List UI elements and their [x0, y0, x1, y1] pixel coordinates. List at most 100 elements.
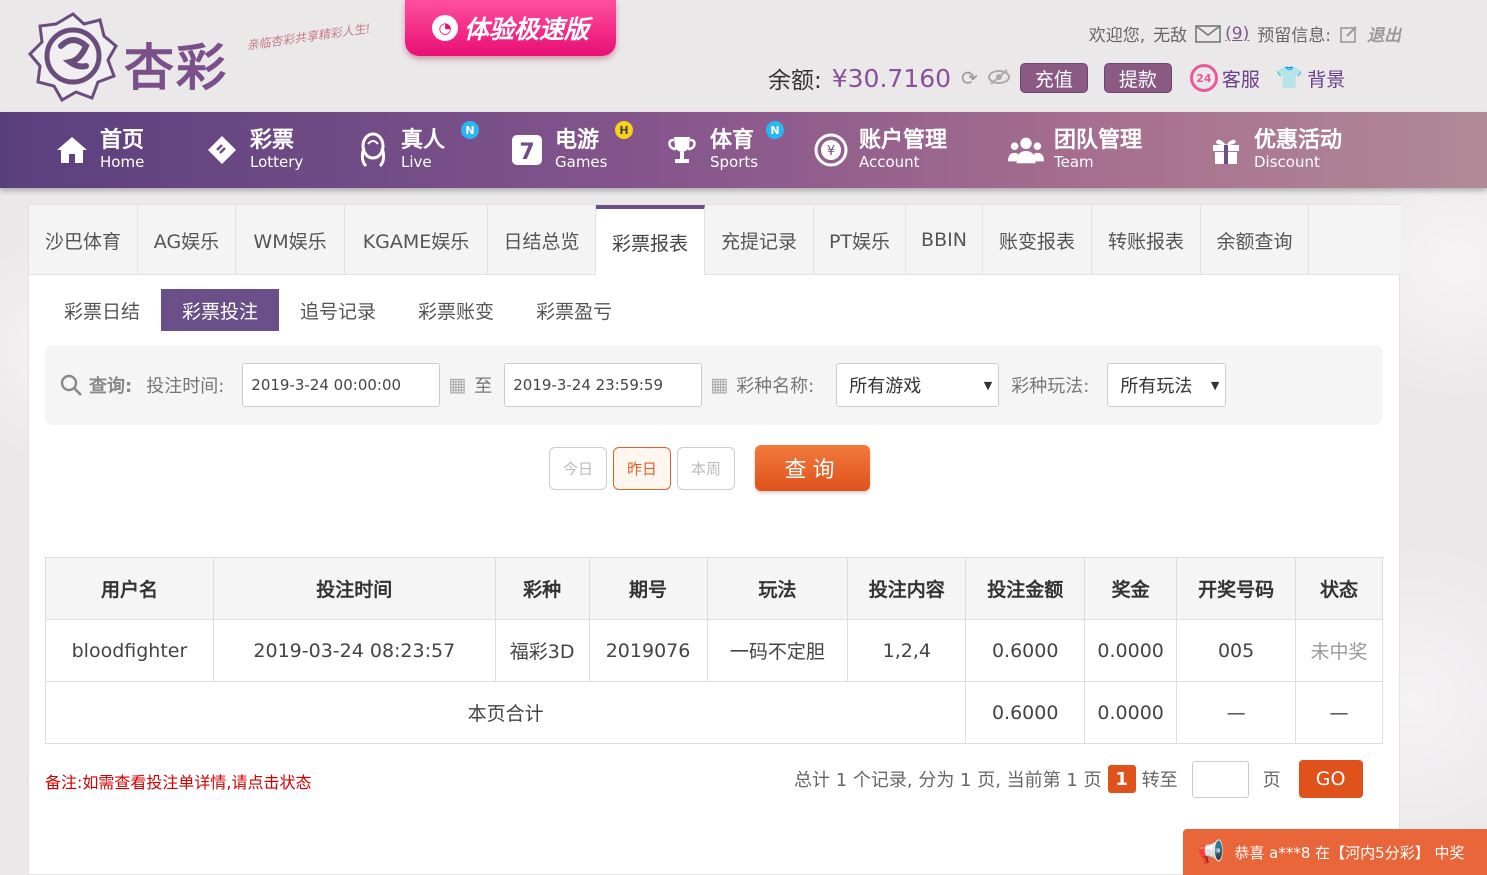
nav-live-label: 真人: [401, 128, 446, 153]
yesterday-button[interactable]: 昨日: [613, 446, 671, 490]
go-button[interactable]: GO: [1298, 760, 1363, 798]
tab-bbin[interactable]: BBIN: [906, 205, 983, 275]
account-coin-icon: ¥: [813, 132, 849, 168]
nav-team[interactable]: 团队管理 Team: [1008, 112, 1142, 188]
nav-sports[interactable]: 体育 Sports N: [664, 112, 784, 188]
nav-account-label: 账户管理: [859, 128, 948, 153]
nav-home-label: 首页: [100, 128, 145, 153]
play-type-select[interactable]: 所有玩法 ▼: [1107, 363, 1227, 407]
today-button[interactable]: 今日: [549, 446, 607, 490]
query-label: 查询:: [89, 376, 133, 397]
search-icon: [60, 374, 82, 396]
header: 杏彩 亲临杏彩共享精彩人生! ◔ 体验极速版 欢迎您, 无敌 (9) 预留信息:…: [0, 0, 1487, 112]
tab-daily-overview[interactable]: 日结总览: [488, 205, 596, 275]
shirt-icon: 👕: [1275, 65, 1304, 91]
tab-wm[interactable]: WM娱乐: [236, 205, 345, 275]
recharge-button[interactable]: 充值: [1019, 63, 1088, 93]
col-username: 用户名: [45, 557, 214, 620]
dropdown-arrow-icon: ▼: [1210, 378, 1220, 392]
mail-icon: [1195, 24, 1221, 43]
nav-team-label: 团队管理: [1054, 128, 1143, 153]
tab-shaba-sports[interactable]: 沙巴体育: [29, 205, 138, 275]
mail-link[interactable]: (9): [1195, 24, 1249, 44]
nav-home-en: Home: [100, 153, 145, 171]
nav-home[interactable]: 首页 Home: [54, 112, 144, 188]
tab-kgame[interactable]: KGAME娱乐: [345, 205, 488, 275]
balance-label: 余额:: [768, 68, 822, 94]
megaphone-icon: 📢: [1197, 839, 1225, 865]
tab-deposit-withdraw[interactable]: 充提记录: [705, 205, 814, 275]
subtab-chase-records[interactable]: 追号记录: [279, 289, 397, 331]
cell-lottery: 福彩3D: [494, 619, 590, 682]
logout-link[interactable]: 退出: [1339, 21, 1401, 46]
table-row[interactable]: bloodfighter 2019-03-24 08:23:57 福彩3D 20…: [45, 619, 1383, 682]
nav-lottery[interactable]: 彩票 Lottery: [204, 112, 303, 188]
start-time-input[interactable]: 2019-3-24 00:00:00: [242, 363, 441, 407]
team-icon: [1008, 132, 1044, 168]
dropdown-arrow-icon: ▼: [983, 378, 993, 392]
new-badge-icon: N: [461, 121, 479, 139]
current-page-button[interactable]: 1: [1107, 765, 1136, 793]
speed-version-banner[interactable]: ◔ 体验极速版: [405, 0, 616, 56]
subtab-lottery-profit[interactable]: 彩票盈亏: [515, 289, 633, 331]
tab-balance-query[interactable]: 余额查询: [1201, 205, 1309, 275]
refresh-icon[interactable]: ⟳: [961, 66, 978, 90]
customer-service-link[interactable]: 24 客服: [1189, 64, 1260, 92]
subtab-lottery-bets[interactable]: 彩票投注: [161, 289, 280, 331]
tab-lottery-report[interactable]: 彩票报表: [596, 205, 705, 275]
trophy-icon: [664, 132, 700, 168]
nav-live-en: Live: [401, 153, 432, 171]
nav-discount-label: 优惠活动: [1254, 128, 1343, 153]
bet-time-label: 投注时间:: [146, 376, 225, 397]
remark-note: 备注:如需查看投注单详情,请点击状态: [45, 773, 312, 792]
cell-issue: 2019076: [588, 619, 708, 682]
pagination-summary: 总计 1 个记录, 分为 1 页, 当前第 1 页: [794, 770, 1102, 791]
subtotal-row: 本页合计 0.6000 0.0000 — —: [44, 681, 1383, 744]
svg-text:¥: ¥: [827, 144, 835, 159]
col-bet-time: 投注时间: [212, 557, 496, 620]
edit-icon: [1340, 25, 1357, 43]
report-tabs: 沙巴体育 AG娱乐 WM娱乐 KGAME娱乐 日结总览 彩票报表 充提记录 PT…: [29, 205, 1401, 275]
username: 无敌: [1153, 26, 1188, 46]
nav-live[interactable]: 真人 Live N: [355, 112, 479, 188]
new-badge-icon: N: [766, 121, 784, 139]
winner-ticker[interactable]: 📢 恭喜 a***8 在【河内5分彩】 中奖: [1183, 829, 1487, 875]
goto-page-input[interactable]: [1191, 760, 1249, 798]
cell-status-link[interactable]: 未中奖: [1295, 619, 1383, 682]
tab-ag[interactable]: AG娱乐: [138, 205, 236, 275]
ticker-text: 恭喜 a***8 在【河内5分彩】 中奖: [1234, 843, 1465, 862]
lottery-ticket-icon: [204, 132, 240, 168]
logo-emblem-icon: [28, 12, 118, 102]
play-type-select-value: 所有玩法: [1120, 376, 1193, 397]
logo-slogan: 亲临杏彩共享精彩人生!: [245, 21, 372, 53]
subtab-lottery-daily[interactable]: 彩票日结: [43, 289, 161, 331]
end-time-input[interactable]: 2019-3-24 23:59:59: [504, 363, 703, 407]
to-label: 至: [474, 376, 493, 397]
site-logo[interactable]: 杏彩 亲临杏彩共享精彩人生!: [28, 10, 372, 102]
withdraw-button[interactable]: 提款: [1103, 63, 1172, 93]
slot-seven-icon: 7: [509, 132, 545, 168]
hide-balance-icon[interactable]: [987, 66, 1010, 90]
table-header-row: 用户名 投注时间 彩种 期号 玩法 投注内容 投注金额 奖金 开奖号码 状态: [45, 557, 1383, 620]
nav-games[interactable]: 7 电游 Games H: [509, 112, 633, 188]
nav-account[interactable]: ¥ 账户管理 Account: [813, 112, 947, 188]
balance-value: ¥30.7160: [831, 63, 952, 93]
this-week-button[interactable]: 本周: [677, 446, 735, 490]
user-info-bar: 欢迎您, 无敌 (9) 预留信息: 退出: [1089, 21, 1401, 47]
tab-transfer[interactable]: 转账报表: [1092, 205, 1201, 275]
goto-label: 转至: [1141, 770, 1178, 791]
nav-sports-en: Sports: [710, 153, 759, 171]
nav-discount[interactable]: 优惠活动 Discount: [1208, 112, 1342, 188]
hot-badge-icon: H: [615, 121, 633, 139]
tab-account-change[interactable]: 账变报表: [983, 205, 1092, 275]
calendar-icon[interactable]: ▦: [710, 374, 728, 396]
background-link[interactable]: 👕 背景: [1276, 65, 1345, 92]
subtab-lottery-account-change[interactable]: 彩票账变: [397, 289, 515, 331]
col-bet-amount: 投注金额: [965, 557, 1086, 620]
calendar-icon[interactable]: ▦: [448, 374, 466, 396]
game-select[interactable]: 所有游戏 ▼: [836, 363, 1000, 407]
search-button[interactable]: 查询: [755, 445, 870, 491]
live-dealer-icon: [355, 132, 391, 168]
subtotal-amount: 0.6000: [965, 681, 1086, 744]
tab-pt[interactable]: PT娱乐: [814, 205, 906, 275]
